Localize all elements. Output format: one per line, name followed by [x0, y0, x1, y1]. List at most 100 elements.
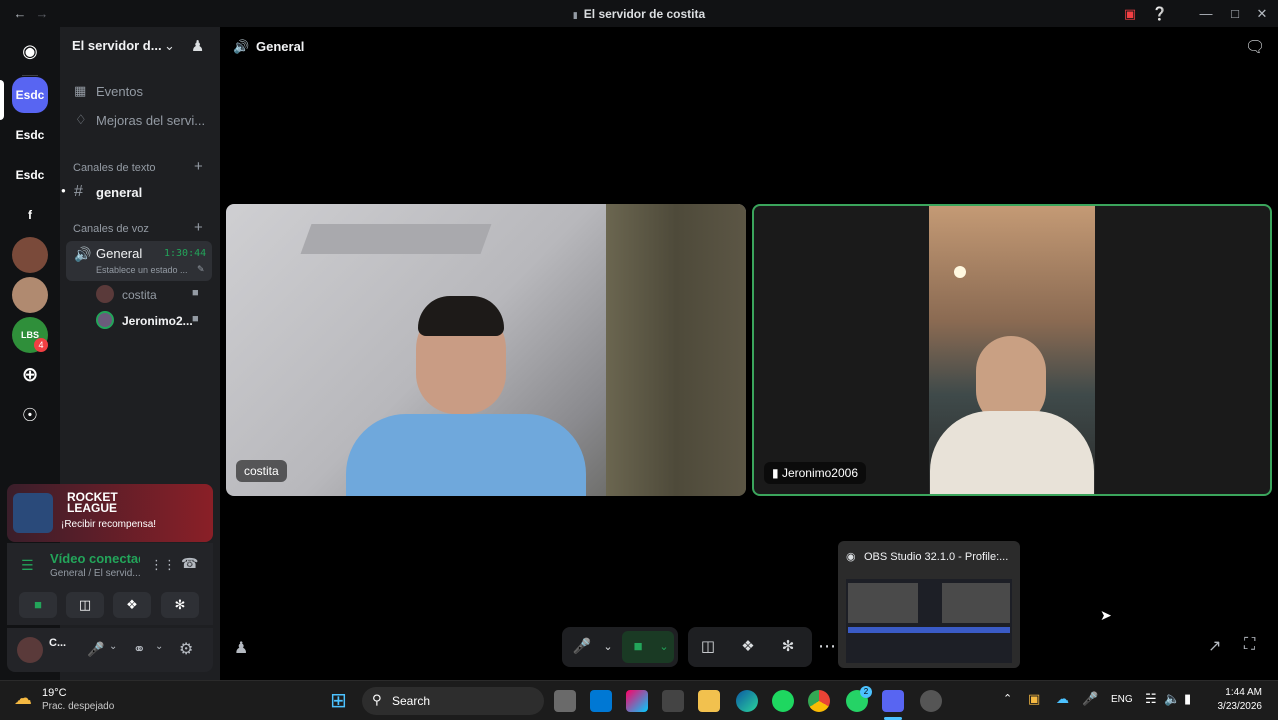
- curtain: [606, 204, 746, 496]
- maximize-icon[interactable]: □: [1225, 4, 1245, 24]
- pencil-icon[interactable]: ✎: [197, 264, 205, 275]
- signal-icon[interactable]: ☰: [21, 557, 34, 574]
- invite-to-call-icon[interactable]: ♟: [234, 638, 248, 658]
- voice-category[interactable]: Canales de voz: [73, 223, 149, 235]
- wifi-icon[interactable]: ☵: [1145, 691, 1157, 707]
- member-jeronimo[interactable]: Jeronimo2...: [122, 314, 193, 328]
- discover-icon[interactable]: ☉: [12, 397, 48, 433]
- windows-start-icon[interactable]: ⊞: [330, 688, 347, 713]
- tile-nameplate: ▮ Jeronimo2006: [764, 462, 867, 484]
- edge-icon[interactable]: [736, 690, 758, 712]
- microphone-icon[interactable]: 🎤: [87, 641, 104, 658]
- clock-date[interactable]: 3/23/2026: [1206, 701, 1263, 712]
- microphone-icon[interactable]: 🎤: [570, 635, 594, 659]
- obs-mixer-bar: [848, 627, 1010, 633]
- microphone-tray-icon[interactable]: 🎤: [1082, 691, 1098, 707]
- server-avatar-1[interactable]: [12, 237, 48, 273]
- events-link[interactable]: Eventos: [96, 84, 143, 99]
- taskbar-search[interactable]: ⚲ Search: [362, 687, 544, 715]
- weather-desc[interactable]: Prac. despejado: [42, 701, 114, 712]
- clock-time[interactable]: 1:44 AM: [1206, 687, 1262, 698]
- unread-indicator: ●: [61, 186, 66, 195]
- soundboard-icon[interactable]: ✻: [776, 635, 800, 659]
- server-esdc-3[interactable]: Esdc: [12, 157, 48, 193]
- chrome-icon[interactable]: [808, 690, 830, 712]
- voice-location[interactable]: General / El servid...: [50, 568, 141, 579]
- file-explorer-icon[interactable]: [698, 690, 720, 712]
- server-small-icon: ▮: [572, 9, 578, 20]
- pop-out-icon[interactable]: ↗: [1208, 636, 1221, 656]
- battery-icon[interactable]: ▮: [1184, 691, 1191, 707]
- text-category[interactable]: Canales de texto: [73, 162, 156, 174]
- obs-app-icon[interactable]: [920, 690, 942, 712]
- task-view-icon[interactable]: [554, 690, 576, 712]
- spotify-icon[interactable]: [772, 690, 794, 712]
- video-tile-costita[interactable]: costita: [226, 204, 746, 496]
- close-icon[interactable]: ✕: [1252, 4, 1272, 24]
- discord-icon[interactable]: [882, 690, 904, 712]
- chevron-down-icon[interactable]: ⌄: [155, 641, 163, 652]
- outlook-icon[interactable]: [590, 690, 612, 712]
- avatar[interactable]: [17, 637, 43, 663]
- video-tile-jeronimo[interactable]: ▮ Jeronimo2006: [752, 204, 1272, 496]
- language-indicator[interactable]: ENG: [1111, 694, 1133, 705]
- boosts-link[interactable]: Mejoras del servi...: [96, 113, 208, 128]
- chat-icon[interactable]: 🗨: [1245, 37, 1265, 57]
- tray-app-icon[interactable]: ▣: [1028, 691, 1040, 707]
- person-shirt: [930, 411, 1094, 494]
- minimize-icon[interactable]: —: [1196, 4, 1216, 24]
- camera-icon[interactable]: ■: [626, 635, 650, 659]
- screen-share-button[interactable]: ◫: [66, 592, 104, 618]
- soundboard-button[interactable]: ✻: [161, 592, 199, 618]
- game-art: [13, 493, 53, 533]
- add-server-icon[interactable]: ⊕: [12, 357, 48, 393]
- soundboard-icon[interactable]: ⋮⋮: [150, 557, 176, 573]
- add-text-channel-icon[interactable]: +: [194, 158, 203, 175]
- camera-icon: ■: [192, 313, 199, 325]
- voice-status-text: Vídeo conectad: [50, 551, 140, 566]
- weather-icon[interactable]: ☁: [14, 688, 32, 709]
- headphones-icon[interactable]: ⚭: [133, 640, 146, 658]
- user-substatus: [49, 652, 52, 662]
- settings-gear-icon[interactable]: ⚙: [179, 639, 193, 659]
- server-esdc-1[interactable]: Esdc: [12, 77, 48, 113]
- help-icon[interactable]: ❔: [1150, 4, 1170, 24]
- copilot-icon[interactable]: [626, 690, 648, 712]
- chevron-down-icon[interactable]: ⌄: [109, 641, 117, 652]
- screen-share-icon[interactable]: ◫: [696, 635, 720, 659]
- person-shirt: [346, 414, 586, 496]
- activity-controls: ◫ ❖ ✻: [688, 627, 812, 667]
- tray-overflow-icon[interactable]: ⌃: [1003, 692, 1012, 705]
- server-esdc-2[interactable]: Esdc: [12, 117, 48, 153]
- add-voice-channel-icon[interactable]: +: [194, 219, 203, 236]
- back-arrow-icon[interactable]: ←: [10, 4, 30, 24]
- reward-text: ¡Recibir recompensa!: [61, 519, 157, 530]
- camera-button[interactable]: ■: [19, 592, 57, 618]
- forward-arrow-icon[interactable]: →: [32, 4, 52, 24]
- member-costita[interactable]: costita: [122, 288, 157, 302]
- server-f[interactable]: f: [12, 197, 48, 233]
- rocket-league-promo[interactable]: ROCKET LEAGUE ¡Recibir recompensa!: [7, 484, 213, 542]
- notification-badge: 4: [34, 338, 48, 352]
- chevron-down-icon[interactable]: ⌄: [164, 38, 175, 54]
- weather-temp[interactable]: 19°C: [42, 687, 67, 699]
- activities-button[interactable]: ❖: [113, 592, 151, 618]
- server-avatar-2[interactable]: [12, 277, 48, 313]
- invite-icon[interactable]: ♟: [191, 37, 204, 55]
- search-icon: ⚲: [372, 692, 382, 707]
- onedrive-icon[interactable]: ☁: [1056, 691, 1069, 707]
- chevron-down-icon[interactable]: ⌄: [652, 635, 676, 659]
- discord-home-icon[interactable]: ◉: [12, 33, 48, 69]
- fullscreen-icon[interactable]: ⛶: [1244, 636, 1255, 654]
- obs-taskbar-preview[interactable]: ◉ OBS Studio 32.1.0 - Profile:...: [838, 541, 1020, 668]
- channel-general-text[interactable]: general: [96, 185, 142, 200]
- volume-icon[interactable]: 🔈: [1164, 691, 1180, 707]
- voice-status[interactable]: Establece un estado ...: [96, 265, 198, 275]
- username: C...: [49, 637, 67, 649]
- chevron-down-icon[interactable]: ⌄: [596, 635, 620, 659]
- more-options-icon[interactable]: ⋯: [818, 636, 836, 657]
- activities-icon[interactable]: ❖: [736, 635, 760, 659]
- store-icon[interactable]: [662, 690, 684, 712]
- disconnect-icon[interactable]: ☎: [181, 555, 198, 572]
- inbox-icon[interactable]: ▣: [1120, 4, 1140, 24]
